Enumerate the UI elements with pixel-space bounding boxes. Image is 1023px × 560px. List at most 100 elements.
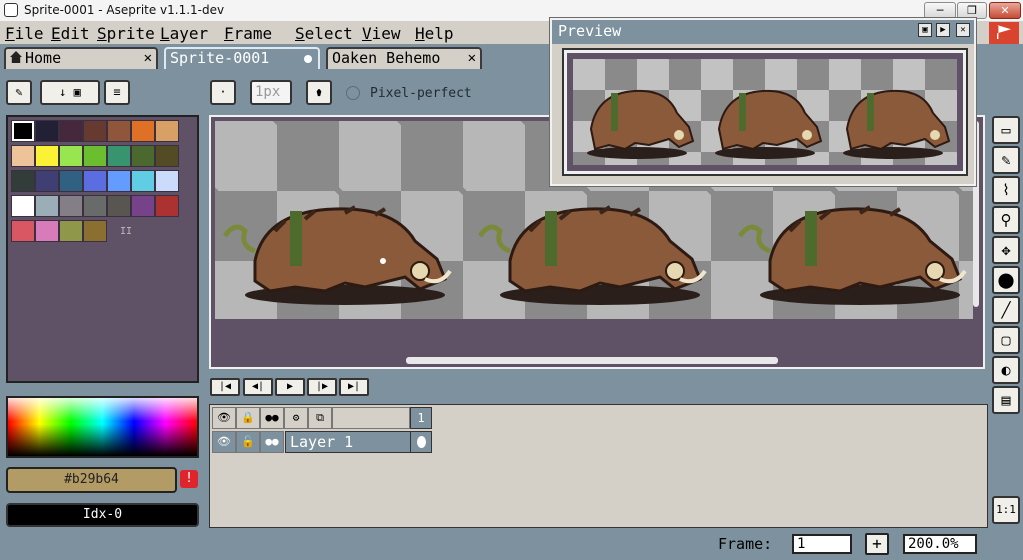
palette-swatch[interactable] — [107, 145, 131, 167]
tab-oaken-behemoth[interactable]: Oaken Behemo ✕ — [326, 47, 482, 69]
menu-select[interactable]: Select — [295, 24, 353, 43]
menu-view[interactable]: View — [362, 24, 401, 43]
menu-edit[interactable]: Edit — [51, 24, 90, 43]
palette-swatch[interactable] — [35, 195, 59, 217]
line-tool[interactable]: ╱ — [992, 296, 1020, 324]
preview-title[interactable]: Preview — [552, 20, 974, 44]
palette-swatch[interactable] — [131, 145, 155, 167]
palette-swatch[interactable] — [107, 120, 131, 142]
palette-swatch[interactable] — [11, 120, 35, 142]
boar-sprite-frame-2 — [477, 205, 707, 305]
frame-header-1[interactable]: 1 — [410, 407, 432, 429]
ink-type-button[interactable]: ⚱ — [306, 80, 332, 105]
close-window-button[interactable]: ✕ — [989, 2, 1021, 19]
last-frame-button[interactable]: ▶| — [339, 378, 369, 396]
palette-swatch[interactable] — [155, 195, 179, 217]
palette-swatch[interactable] — [155, 145, 179, 167]
previous-frame-button[interactable]: ◀| — [243, 378, 273, 396]
palette-swatch[interactable] — [59, 120, 83, 142]
palette-swatch[interactable] — [83, 220, 107, 242]
palette-swatch[interactable] — [107, 195, 131, 217]
layer-continuous-icon[interactable]: ●● — [260, 431, 284, 453]
tab-oaken-close-icon[interactable]: ✕ — [468, 49, 476, 67]
pixel-perfect-checkbox[interactable] — [346, 86, 360, 100]
color-warning-icon[interactable]: ! — [180, 470, 198, 488]
pixel-ratio-button[interactable]: 1:1 — [992, 496, 1020, 524]
palette-swatch[interactable] — [59, 170, 83, 192]
first-frame-button[interactable]: |◀ — [210, 378, 240, 396]
rectangular-marquee-tool[interactable]: ▭ — [992, 116, 1020, 144]
preview-checker — [573, 59, 957, 165]
tab-home-close-icon[interactable]: ✕ — [144, 49, 152, 67]
palette-swatch[interactable] — [35, 145, 59, 167]
tab-sprite-0001[interactable]: Sprite-0001 — [164, 47, 320, 69]
blur-tool[interactable]: ◐ — [992, 356, 1020, 384]
menu-frame[interactable]: Frame — [224, 24, 272, 43]
layer-name[interactable]: Layer 1 — [285, 431, 411, 453]
maximize-button[interactable]: ❐ — [957, 2, 987, 19]
zoom-tool[interactable]: ⚲ — [992, 206, 1020, 234]
menu-sprite[interactable]: Sprite — [97, 24, 155, 43]
preview-mode-button[interactable]: ▣ — [918, 23, 932, 37]
home-icon — [10, 51, 22, 63]
fg-color-button[interactable]: #b29b64 — [6, 467, 177, 493]
sort-palette-button[interactable]: ↓ ▣ — [40, 80, 100, 105]
menu-file[interactable]: File — [5, 24, 44, 43]
palette-swatch[interactable] — [155, 170, 179, 192]
palette-swatch[interactable] — [35, 120, 59, 142]
eyedropper-tool[interactable]: ⌇ — [992, 176, 1020, 204]
minimize-button[interactable]: ─ — [924, 2, 956, 19]
layer-visibility-icon[interactable]: 👁 — [212, 431, 236, 453]
brush-size-input[interactable]: 1px — [250, 80, 292, 105]
canvas-horizontal-scrollbar[interactable] — [406, 357, 778, 364]
preview-close-button[interactable]: ✕ — [956, 23, 970, 37]
menu-help[interactable]: Help — [415, 24, 454, 43]
palette-swatch[interactable] — [131, 195, 155, 217]
menu-layer[interactable]: Layer — [160, 24, 208, 43]
gear-icon[interactable]: ⚙ — [284, 407, 308, 429]
brush-type-button[interactable]: · — [210, 80, 236, 105]
palette-swatch[interactable] — [83, 120, 107, 142]
palette-swatch[interactable] — [107, 170, 131, 192]
palette-menu-button[interactable]: ≡ — [104, 80, 130, 105]
continuous-icon[interactable]: ●● — [260, 407, 284, 429]
palette-swatch[interactable] — [11, 220, 35, 242]
preview-play-button[interactable]: ▶ — [936, 23, 950, 37]
palette-swatch[interactable] — [131, 120, 155, 142]
palette-swatch[interactable] — [155, 120, 179, 142]
edit-palette-button[interactable]: ✎ — [6, 80, 32, 105]
palette-swatch[interactable] — [11, 145, 35, 167]
move-tool[interactable]: ✥ — [992, 236, 1020, 264]
palette-swatch[interactable] — [35, 170, 59, 192]
jumble-tool[interactable]: ▤ — [992, 386, 1020, 414]
timeline-panel: 👁 🔒 ●● ⚙ ⧉ 1 👁 🔓 ●● Layer 1 — [209, 404, 988, 528]
palette-swatch[interactable] — [83, 170, 107, 192]
tab-home[interactable]: Home ✕ — [4, 47, 158, 69]
palette-swatch[interactable] — [83, 195, 107, 217]
bg-color-button[interactable]: Idx-0 — [6, 503, 199, 527]
palette-swatch[interactable] — [59, 195, 83, 217]
next-frame-button[interactable]: |▶ — [307, 378, 337, 396]
frame-input[interactable]: 1 — [792, 534, 852, 554]
menu-lines-icon: ≡ — [113, 85, 121, 99]
lock-icon[interactable]: 🔒 — [236, 407, 260, 429]
palette-swatch[interactable] — [35, 220, 59, 242]
cel-frame-1[interactable] — [410, 431, 432, 453]
pencil-tool[interactable]: ✎ — [992, 146, 1020, 174]
palette-swatch[interactable] — [131, 170, 155, 192]
palette-swatch[interactable] — [59, 145, 83, 167]
palette-swatch[interactable] — [11, 195, 35, 217]
new-frame-button[interactable]: + — [865, 533, 889, 555]
play-button[interactable]: ▶ — [275, 378, 305, 396]
paint-bucket-tool[interactable]: ⬤ — [992, 266, 1020, 294]
palette-swatch[interactable] — [11, 170, 35, 192]
palette-swatch[interactable] — [83, 145, 107, 167]
zoom-input[interactable]: 200.0% — [903, 534, 977, 554]
tab-oaken-label: Oaken Behemo — [332, 49, 441, 67]
onion-skin-icon[interactable]: ⧉ — [308, 407, 332, 429]
palette-swatch[interactable] — [59, 220, 83, 242]
eye-icon[interactable]: 👁 — [212, 407, 236, 429]
rectangle-tool[interactable]: ▢ — [992, 326, 1020, 354]
color-spectrum[interactable] — [6, 396, 199, 458]
layer-lock-icon[interactable]: 🔓 — [236, 431, 260, 453]
